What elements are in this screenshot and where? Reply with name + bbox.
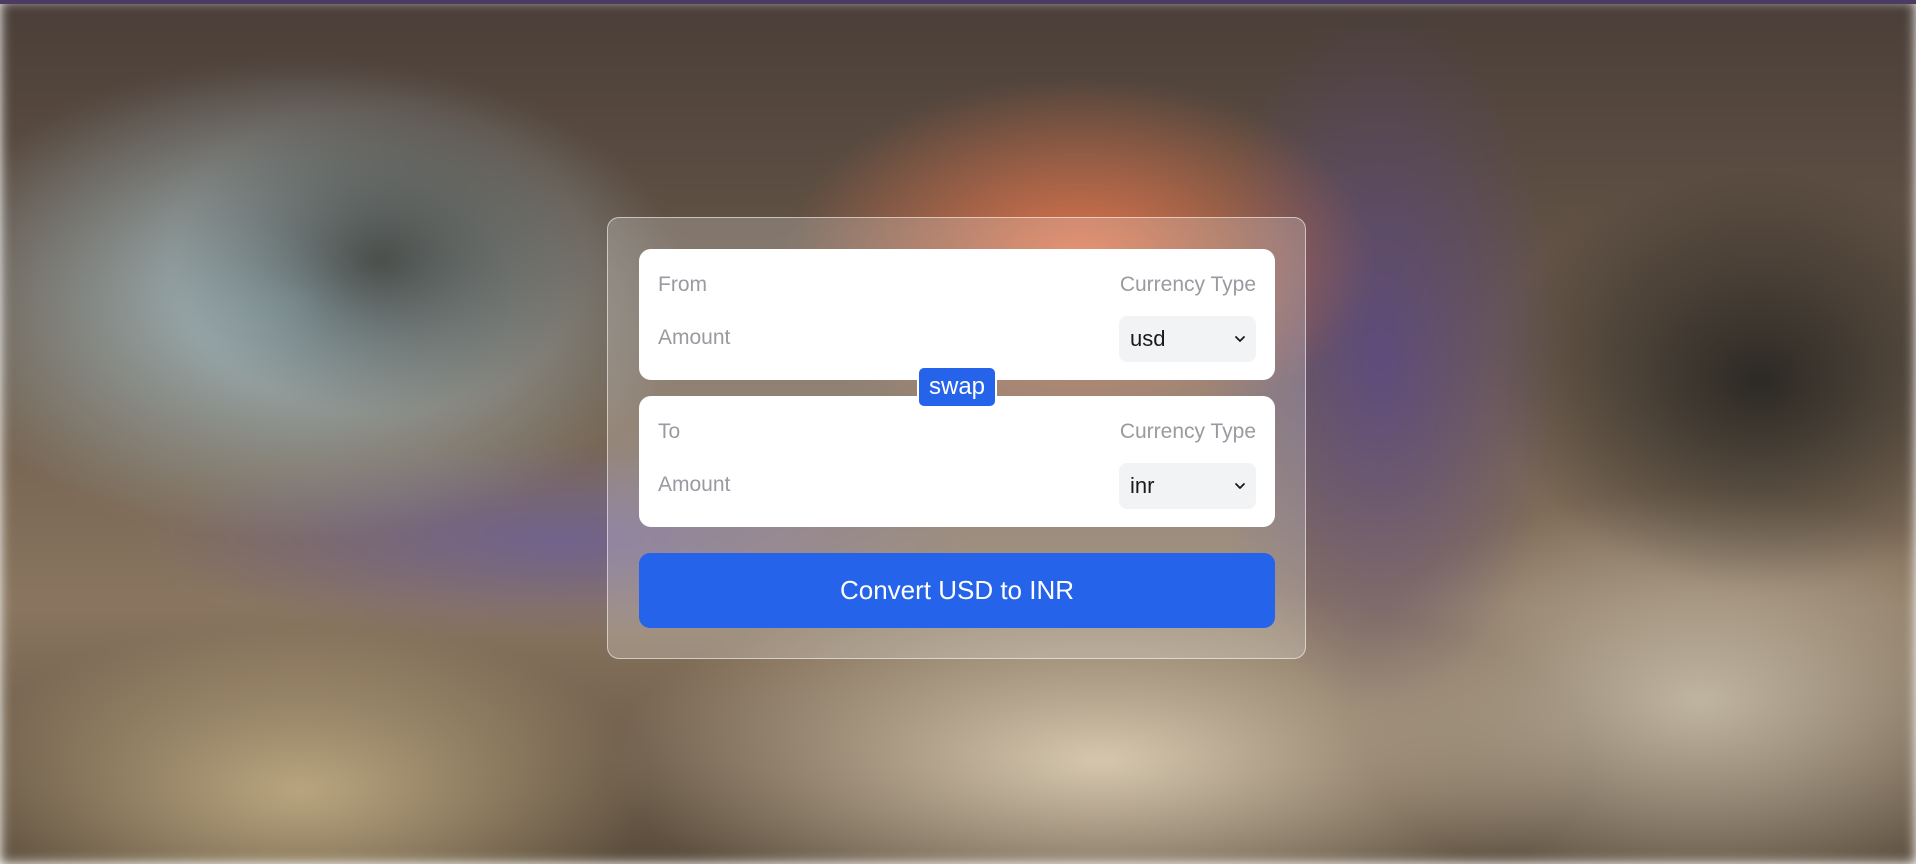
convert-button[interactable]: Convert USD to INR bbox=[639, 553, 1275, 628]
from-currency-select[interactable]: usd bbox=[1119, 316, 1256, 362]
from-amount-input[interactable] bbox=[658, 319, 1078, 357]
to-label: To bbox=[658, 420, 681, 443]
from-label: From bbox=[658, 273, 707, 296]
chevron-down-icon bbox=[1235, 483, 1245, 489]
swap-button[interactable]: swap bbox=[917, 366, 997, 408]
top-border bbox=[0, 0, 1916, 4]
to-amount-input[interactable] bbox=[658, 466, 1078, 504]
from-card: From Currency Type usd bbox=[639, 249, 1275, 380]
to-currency-selected-value: inr bbox=[1130, 473, 1155, 498]
from-currency-type-label: Currency Type bbox=[1119, 273, 1256, 296]
to-card: To Currency Type inr bbox=[639, 396, 1275, 527]
to-currency-select[interactable]: inr bbox=[1119, 463, 1256, 509]
from-currency-selected-value: usd bbox=[1130, 326, 1166, 351]
to-currency-type-label: Currency Type bbox=[1119, 420, 1256, 443]
chevron-down-icon bbox=[1235, 336, 1245, 342]
